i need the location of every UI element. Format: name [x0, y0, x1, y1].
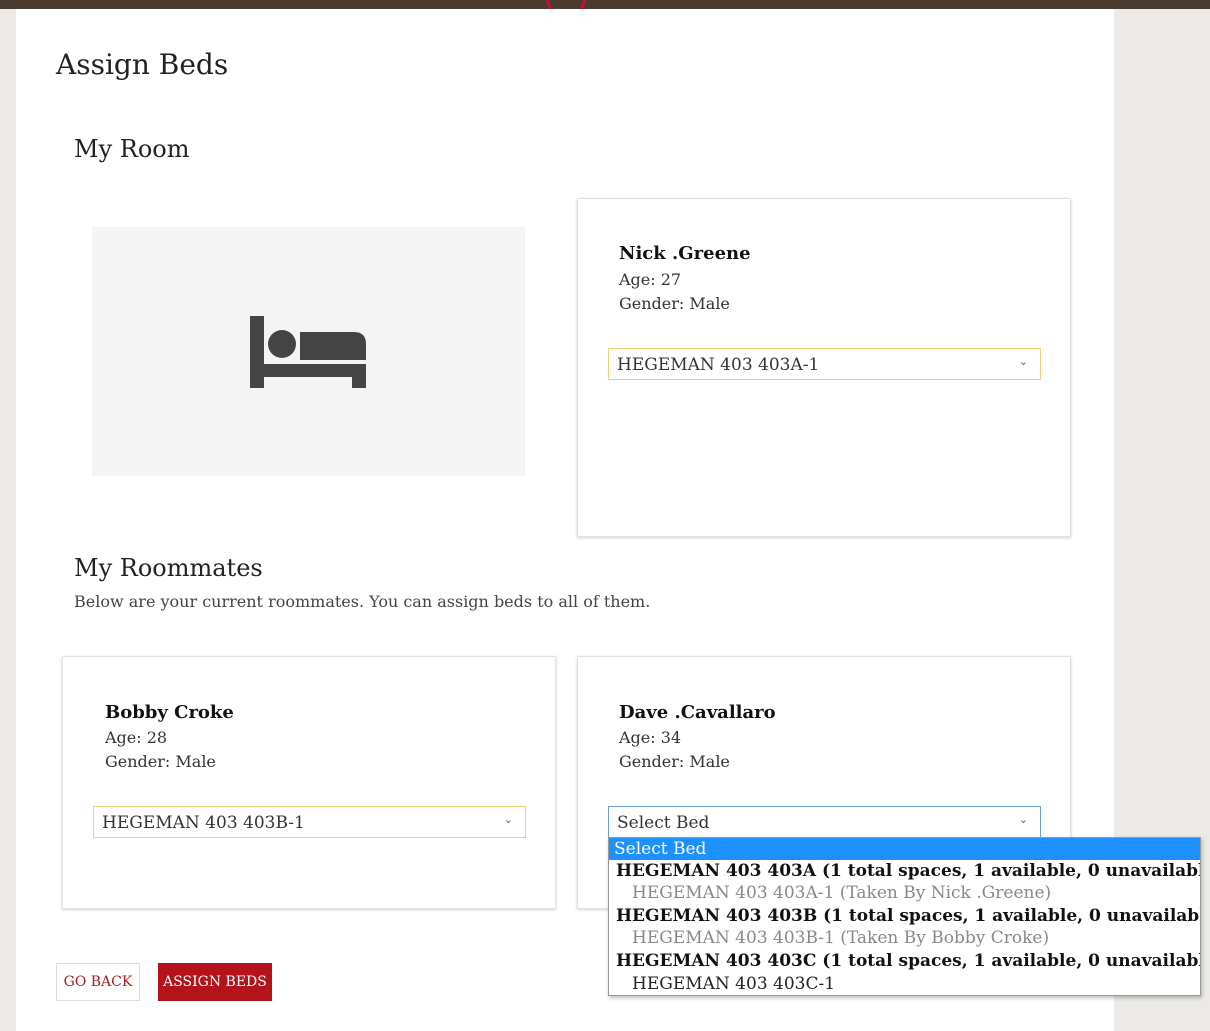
top-bar: [0, 0, 1210, 9]
page-title: Assign Beds: [56, 48, 229, 81]
my-gender: Gender: Male: [619, 294, 730, 313]
bed-icon: [250, 316, 366, 388]
roommate-age: Age: 28: [105, 728, 168, 747]
my-name: Nick .Greene: [619, 243, 751, 264]
roommate-gender: Gender: Male: [105, 752, 216, 771]
assign-beds-button[interactable]: ASSIGN BEDS: [158, 963, 272, 1001]
dropdown-option-403b-1: HEGEMAN 403 403B-1 (Taken By Bobby Croke…: [632, 928, 1050, 948]
roommate-bed-select[interactable]: Select Bed ⌄: [608, 806, 1041, 838]
chevron-down-icon: ⌄: [1018, 355, 1028, 368]
my-bed-select[interactable]: HEGEMAN 403 403A-1 ⌄: [608, 348, 1041, 380]
my-room-heading: My Room: [74, 135, 190, 163]
dropdown-group-403a: HEGEMAN 403 403A (1 total spaces, 1 avai…: [616, 861, 1201, 881]
roommates-heading: My Roommates: [74, 554, 263, 582]
roommate-gender: Gender: Male: [619, 752, 730, 771]
roommate-bed-select[interactable]: HEGEMAN 403 403B-1 ⌄: [93, 806, 526, 838]
my-bed-select-value: HEGEMAN 403 403A-1: [617, 355, 820, 375]
roommate-bed-select-value: HEGEMAN 403 403B-1: [102, 813, 305, 833]
go-back-button[interactable]: GO BACK: [56, 963, 140, 1001]
dropdown-group-403b: HEGEMAN 403 403B (1 total spaces, 1 avai…: [616, 906, 1201, 926]
roommate-age: Age: 34: [619, 728, 682, 747]
chevron-down-icon: ⌄: [503, 813, 513, 826]
dropdown-group-403c: HEGEMAN 403 403C (1 total spaces, 1 avai…: [616, 951, 1201, 971]
my-profile-card: Nick .Greene Age: 27 Gender: Male HEGEMA…: [577, 198, 1071, 537]
dropdown-option-403a-1: HEGEMAN 403 403A-1 (Taken By Nick .Green…: [632, 883, 1052, 903]
roommate-name: Bobby Croke: [105, 702, 234, 723]
chevron-down-icon: ⌄: [1018, 813, 1028, 826]
bed-options-dropdown[interactable]: Select Bed HEGEMAN 403 403A (1 total spa…: [608, 837, 1201, 996]
roommate-card: Bobby Croke Age: 28 Gender: Male HEGEMAN…: [62, 656, 556, 909]
my-age: Age: 27: [619, 270, 682, 289]
dropdown-option-select-bed[interactable]: Select Bed: [609, 838, 1200, 860]
roommate-name: Dave .Cavallaro: [619, 702, 776, 723]
dropdown-option-403c-1[interactable]: HEGEMAN 403 403C-1: [609, 973, 1200, 995]
roommate-bed-select-value: Select Bed: [617, 813, 710, 833]
roommates-description: Below are your current roommates. You ca…: [74, 592, 651, 611]
